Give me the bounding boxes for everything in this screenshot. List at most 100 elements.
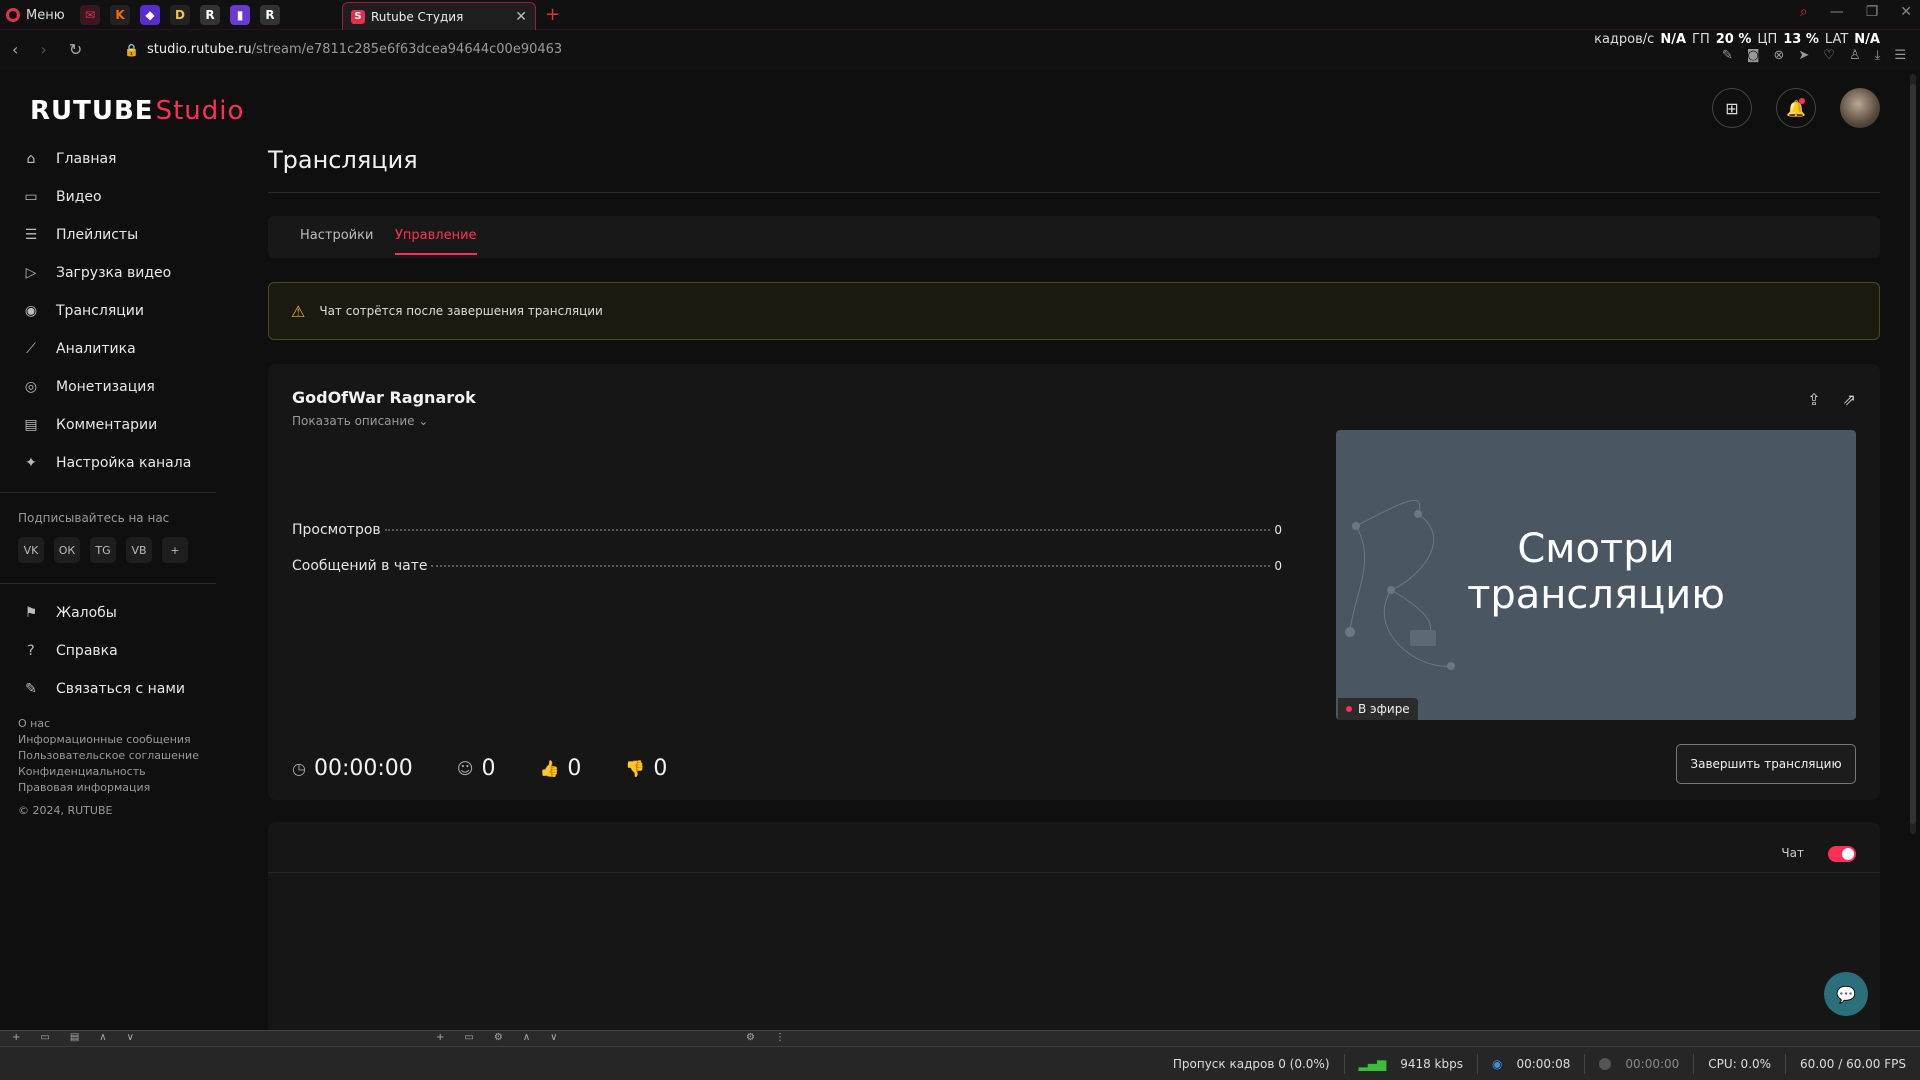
avatar[interactable]: [1840, 88, 1880, 128]
preview-line-2: трансляцию: [1467, 572, 1725, 618]
footer-link[interactable]: О нас: [18, 716, 216, 732]
minimize-icon[interactable]: —: [1830, 4, 1844, 20]
restore-icon[interactable]: ❐: [1866, 4, 1879, 20]
social-links: VK ОК TG VB +: [0, 537, 216, 563]
fps-label: кадров/с: [1594, 32, 1655, 47]
rutube-studio-logo[interactable]: RUTUBEStudio: [30, 96, 244, 126]
dropped-frames: Пропуск кадров 0 (0.0%): [1172, 1056, 1330, 1071]
channel-settings-icon: ✦: [25, 455, 37, 471]
sidebar-item-upload[interactable]: ▷ Загрузка видео: [0, 254, 216, 292]
back-icon[interactable]: ‹: [12, 40, 18, 59]
likes-value: 0: [567, 756, 582, 781]
active-tab-title: Rutube Студия: [371, 9, 464, 24]
sidebar-item-label: Монетизация: [56, 379, 155, 395]
pinned-tab-icon[interactable]: R: [200, 5, 220, 25]
show-description-toggle[interactable]: Показать описание ⌄: [292, 414, 428, 428]
footer-link[interactable]: Конфиденциальность: [18, 764, 216, 780]
sidebar-item-label: Главная: [56, 151, 117, 167]
browser-menu-button[interactable]: Меню: [6, 6, 65, 24]
tab-management[interactable]: Управление: [395, 228, 477, 255]
trash-icon[interactable]: ▭: [40, 1032, 49, 1043]
page-scrollbar[interactable]: [1910, 74, 1916, 834]
down-icon[interactable]: ∨: [550, 1032, 557, 1043]
header-actions: ⊞ 🔔: [1712, 88, 1880, 128]
sidebar-divider: [0, 492, 216, 493]
sidebar-item-monetization[interactable]: ◎ Монетизация: [0, 368, 216, 406]
status-divider: [1785, 1053, 1787, 1074]
more-icon[interactable]: ⋮: [775, 1032, 785, 1043]
lock-icon: 🔒: [124, 42, 139, 57]
footer-link[interactable]: Пользовательское соглашение: [18, 748, 216, 764]
share-icon[interactable]: ⇪: [1807, 390, 1820, 409]
pinned-tab-icon[interactable]: ▮: [230, 5, 250, 25]
stream-title: GodOfWar Ragnarok: [292, 388, 476, 407]
support-chat-button[interactable]: 💬: [1824, 972, 1868, 1016]
title-divider: [268, 192, 1880, 193]
notification-dot: [1799, 98, 1805, 104]
edit-icon[interactable]: ✎: [1722, 48, 1733, 63]
close-tab-icon[interactable]: ✕: [515, 9, 527, 25]
sidebar-item-channel-settings[interactable]: ✦ Настройка канала: [0, 444, 216, 482]
new-tab-icon[interactable]: +: [545, 4, 560, 25]
camera-icon[interactable]: ◙: [1747, 48, 1760, 63]
end-broadcast-button[interactable]: Завершить трансляцию: [1676, 744, 1856, 784]
sidebar-item-video[interactable]: ▭ Видео: [0, 178, 216, 216]
plus-icon: ⊞: [1725, 98, 1739, 118]
add-icon[interactable]: +: [436, 1032, 444, 1043]
pinned-tab-icon[interactable]: D: [170, 5, 190, 25]
reload-icon[interactable]: ↻: [69, 40, 82, 59]
block-icon[interactable]: ⊗: [1773, 48, 1784, 63]
sidebar-item-comments[interactable]: ▤ Комментарии: [0, 406, 216, 444]
close-window-icon[interactable]: ✕: [1900, 4, 1912, 20]
add-icon[interactable]: +: [12, 1032, 20, 1043]
cpu-value: 13 %: [1783, 32, 1819, 47]
search-icon[interactable]: ⌕: [1800, 4, 1808, 20]
down-icon[interactable]: ∨: [127, 1032, 134, 1043]
pinned-tab-icon[interactable]: R: [260, 5, 280, 25]
sidebar-item-broadcasts[interactable]: ◉ Трансляции: [0, 292, 216, 330]
browser-nav: ‹ › ↻: [12, 40, 82, 59]
send-icon[interactable]: ➤: [1798, 48, 1809, 63]
sidebar-item-label: Справка: [56, 643, 118, 659]
sidebar-item-playlists[interactable]: ☰ Плейлисты: [0, 216, 216, 254]
heart-icon[interactable]: ♡: [1823, 48, 1835, 63]
scrollbar-thumb[interactable]: [1910, 84, 1916, 824]
pinned-tab-icon[interactable]: K: [110, 5, 130, 25]
pinned-tab-icon[interactable]: ✉: [80, 5, 100, 25]
chat-toggle-label: Чат: [1781, 846, 1804, 860]
ok-icon[interactable]: ОК: [54, 537, 80, 563]
footer-link[interactable]: Информационные сообщения: [18, 732, 216, 748]
sidebar-item-contact[interactable]: ✎ Связаться с нами: [0, 670, 216, 708]
stream-preview[interactable]: Смотри трансляцию В эфире: [1336, 430, 1856, 720]
notifications-button[interactable]: 🔔: [1776, 88, 1816, 128]
easy-setup-icon[interactable]: ☰: [1894, 48, 1906, 63]
open-external-icon[interactable]: ⇗: [1843, 390, 1856, 409]
up-icon[interactable]: ∧: [523, 1032, 530, 1043]
footer-link[interactable]: Правовая информация: [18, 780, 216, 796]
trash-icon[interactable]: ▭: [464, 1032, 473, 1043]
vk-icon[interactable]: VK: [18, 537, 44, 563]
pinned-tab-icon[interactable]: ◆: [140, 5, 160, 25]
viber-icon[interactable]: VB: [126, 537, 152, 563]
telegram-icon[interactable]: TG: [90, 537, 116, 563]
sidebar-item-home[interactable]: ⌂ Главная: [0, 140, 216, 178]
sidebar-item-label: Загрузка видео: [56, 265, 172, 281]
more-socials-icon[interactable]: +: [162, 537, 188, 563]
chat-toggle[interactable]: [1828, 846, 1856, 862]
profile-icon[interactable]: ♙: [1849, 48, 1861, 63]
sidebar-item-complaints[interactable]: ⚑ Жалобы: [0, 594, 216, 632]
gear-icon[interactable]: ⚙: [494, 1032, 503, 1043]
tab-settings[interactable]: Настройки: [300, 228, 373, 243]
sidebar-item-analytics[interactable]: ⟋ Аналитика: [0, 330, 216, 368]
download-icon[interactable]: ⤓: [1875, 48, 1881, 63]
url-field[interactable]: 🔒 studio.rutube.ru/stream/e7811c285e6f63…: [124, 42, 562, 57]
forward-icon[interactable]: ›: [40, 40, 46, 59]
sidebar-item-help[interactable]: ? Справка: [0, 632, 216, 670]
create-button[interactable]: ⊞: [1712, 88, 1752, 128]
gear-icon[interactable]: ⚙: [746, 1032, 755, 1043]
up-icon[interactable]: ∧: [99, 1032, 106, 1043]
filter-icon[interactable]: ▤: [70, 1032, 79, 1043]
broadcast-icon: ◉: [24, 303, 38, 319]
active-browser-tab[interactable]: S Rutube Студия ✕: [342, 2, 536, 30]
duration-metric: ◷ 00:00:00: [292, 756, 413, 781]
